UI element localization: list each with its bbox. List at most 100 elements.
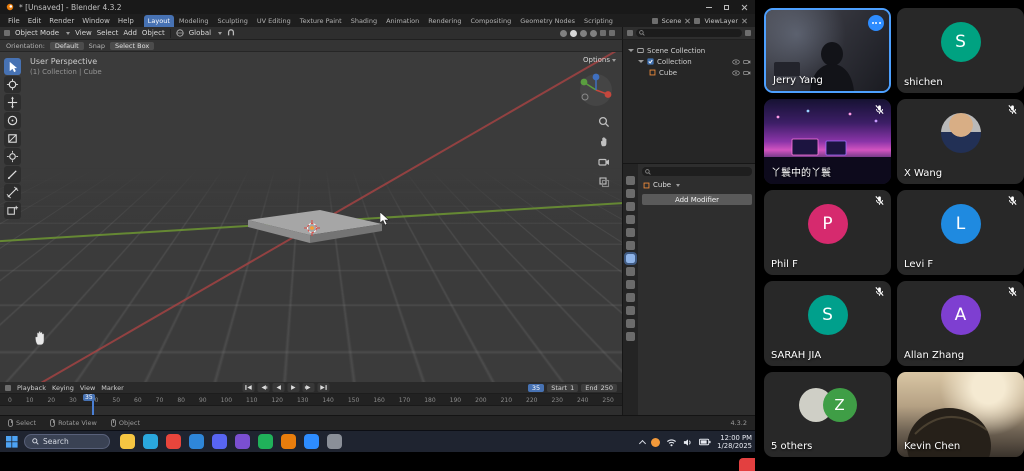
menu-edit[interactable]: Edit — [24, 16, 46, 26]
frame-end-field[interactable]: End 250 — [581, 383, 617, 392]
viewlayer-unlink-icon[interactable] — [742, 18, 747, 23]
participant-tile-allan-zhang[interactable]: A Allan Zhang — [897, 281, 1024, 366]
tool-move[interactable] — [4, 94, 21, 111]
disclosure-icon[interactable] — [628, 49, 634, 52]
taskbar-app-icon[interactable] — [189, 434, 204, 449]
taskbar-app-icon[interactable] — [120, 434, 135, 449]
taskbar-app-icon[interactable] — [281, 434, 296, 449]
timeline-menu-view[interactable]: View — [80, 384, 95, 392]
participant-tile-sarah-jia[interactable]: S SARAH JIA — [764, 281, 891, 366]
prev-keyframe-button[interactable] — [257, 383, 270, 392]
current-frame-field[interactable]: 35 — [527, 383, 545, 392]
taskbar-app-icon[interactable] — [304, 434, 319, 449]
eye-visibility-icon[interactable] — [732, 69, 740, 76]
scene-selector[interactable]: Scene — [662, 17, 682, 25]
participant-tile-kevin-chen[interactable]: Kevin Chen — [897, 372, 1024, 457]
taskbar-app-icon[interactable] — [258, 434, 273, 449]
workspace-tab-texture-paint[interactable]: Texture Paint — [296, 15, 346, 27]
play-reverse-button[interactable] — [272, 383, 285, 392]
volume-icon[interactable] — [683, 438, 693, 447]
frame-start-field[interactable]: Start 1 — [547, 383, 579, 392]
timeline-editor-icon[interactable] — [5, 384, 11, 391]
participant-tile-phil-f[interactable]: P Phil F — [764, 190, 891, 275]
properties-tab-icon[interactable] — [626, 241, 635, 250]
properties-tab-icon[interactable] — [626, 215, 635, 224]
shading-solid-icon[interactable] — [570, 29, 577, 37]
properties-search-input[interactable] — [642, 167, 752, 176]
properties-tab-icon[interactable] — [626, 332, 635, 341]
participant-tile-yahuan[interactable]: 丫鬟中的丫鬟 — [764, 99, 891, 184]
tool-transform[interactable] — [4, 148, 21, 165]
add-modifier-button[interactable]: Add Modifier — [642, 194, 752, 205]
outliner-filter-icon[interactable] — [745, 30, 751, 36]
options-dropdown[interactable]: Options — [583, 56, 616, 64]
workspace-tab-compositing[interactable]: Compositing — [466, 15, 515, 27]
tray-overflow-icon[interactable] — [639, 439, 647, 447]
pan-hand-icon[interactable] — [598, 136, 610, 148]
minimize-button[interactable] — [706, 6, 712, 8]
taskbar-app-icon[interactable] — [143, 434, 158, 449]
tool-add-primitive[interactable] — [4, 202, 21, 219]
cube-object[interactable] — [230, 198, 400, 253]
properties-tab-icon[interactable] — [626, 306, 635, 315]
clock[interactable]: 12:00 PM 1/28/2025 — [717, 434, 752, 450]
render-camera-icon[interactable] — [743, 70, 751, 76]
properties-tab-icon[interactable] — [626, 267, 635, 276]
jump-to-start-button[interactable] — [242, 383, 255, 392]
scene-unlink-icon[interactable] — [685, 18, 690, 23]
timeline-menu-keying[interactable]: Keying — [52, 384, 74, 392]
checkbox-checked-icon[interactable] — [647, 58, 654, 65]
taskbar-app-icon[interactable] — [212, 434, 227, 449]
tool-rotate[interactable] — [4, 112, 21, 129]
workspace-tab-uv-editing[interactable]: UV Editing — [253, 15, 295, 27]
workspace-tab-layout[interactable]: Layout — [143, 15, 174, 27]
workspace-tab-shading[interactable]: Shading — [347, 15, 381, 27]
tool-annotate[interactable] — [4, 166, 21, 183]
workspace-tab-rendering[interactable]: Rendering — [424, 15, 465, 27]
tool-measure[interactable] — [4, 184, 21, 201]
tool-cursor[interactable] — [4, 76, 21, 93]
battery-icon[interactable] — [699, 438, 711, 446]
menu-select[interactable]: Select — [97, 29, 119, 37]
start-button[interactable] — [6, 436, 18, 448]
close-button[interactable] — [741, 4, 747, 10]
menu-help[interactable]: Help — [114, 16, 138, 26]
properties-tab-modifiers-icon[interactable] — [624, 252, 637, 265]
properties-tab-icon[interactable] — [626, 202, 635, 211]
tray-widget-icon[interactable] — [651, 437, 661, 447]
timeline-menu-marker[interactable]: Marker — [101, 384, 123, 392]
orientation-dropdown[interactable]: Global — [189, 29, 211, 37]
properties-tab-icon[interactable] — [626, 189, 635, 198]
participant-tile-jerry-yang[interactable]: Jerry Yang — [764, 8, 891, 93]
active-tool-dropdown[interactable]: Select Box — [110, 41, 155, 50]
shading-rendered-icon[interactable] — [590, 29, 597, 37]
participant-tile-levi-f[interactable]: L Levi F — [897, 190, 1024, 275]
outliner-row-scene-collection[interactable]: Scene Collection — [623, 45, 755, 56]
tool-select-box[interactable] — [4, 58, 21, 75]
disclosure-icon[interactable] — [638, 60, 644, 63]
participant-tile-others[interactable]: Z 5 others — [764, 372, 891, 457]
participant-tile-shichen[interactable]: S shichen — [897, 8, 1024, 93]
next-keyframe-button[interactable] — [302, 383, 315, 392]
blender-titlebar[interactable]: * [Unsaved] - Blender 4.3.2 — [0, 0, 755, 14]
outliner-row-collection[interactable]: Collection — [623, 56, 755, 67]
properties-tab-icon[interactable] — [626, 293, 635, 302]
participant-more-menu-icon[interactable] — [868, 15, 884, 31]
maximize-button[interactable] — [724, 4, 729, 10]
timeline-menu-playback[interactable]: Playback — [17, 384, 46, 392]
properties-tab-icon[interactable] — [626, 280, 635, 289]
orientation-value-dropdown[interactable]: Default — [49, 41, 84, 50]
workspace-tab-geometry-nodes[interactable]: Geometry Nodes — [516, 15, 579, 27]
outliner-row-cube[interactable]: Cube — [623, 67, 755, 78]
camera-view-icon[interactable] — [598, 156, 610, 168]
workspace-tab-scripting[interactable]: Scripting — [580, 15, 617, 27]
wifi-icon[interactable] — [666, 438, 677, 447]
menu-add[interactable]: Add — [123, 29, 137, 37]
navigation-gizmo[interactable] — [578, 72, 614, 108]
menu-file[interactable]: File — [4, 16, 24, 26]
workspace-tab-modeling[interactable]: Modeling — [175, 15, 213, 27]
viewport-3d[interactable]: User Perspective (1) Collection | Cube O… — [0, 52, 622, 382]
menu-view[interactable]: View — [75, 29, 92, 37]
shading-material-icon[interactable] — [580, 29, 587, 37]
tool-scale[interactable] — [4, 130, 21, 147]
